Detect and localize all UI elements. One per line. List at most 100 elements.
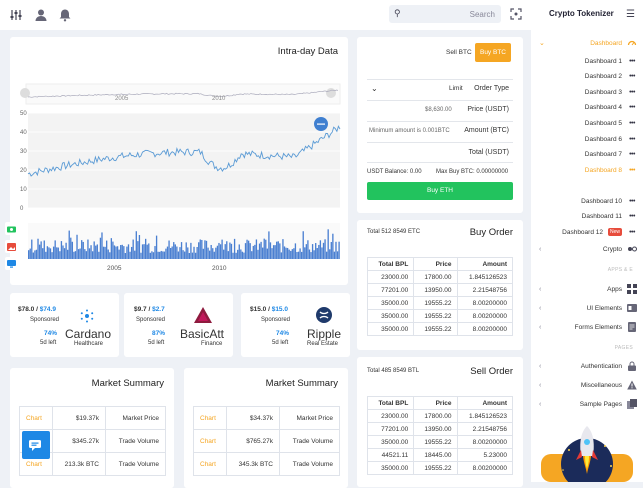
more-dots-icon[interactable]: ••• bbox=[627, 198, 637, 205]
sidebar-item-apps[interactable]: Apps bbox=[607, 283, 637, 295]
monitor-icon[interactable] bbox=[5, 257, 18, 270]
volume-bar bbox=[169, 247, 172, 259]
volume-bar bbox=[226, 241, 228, 259]
camera-icon[interactable] bbox=[5, 222, 18, 235]
volume-bar bbox=[307, 240, 309, 259]
more-dots-icon[interactable]: ••• bbox=[627, 104, 637, 111]
amount-input[interactable]: Minimum amount is 0.001BTC bbox=[369, 128, 450, 134]
sidebar-item-dashboard[interactable]: Dashboard bbox=[590, 37, 637, 49]
order-type-row[interactable]: ⌄ Limit Order Type bbox=[367, 79, 513, 100]
sidebar-item-crypto[interactable]: Crypto bbox=[603, 243, 637, 255]
buy-eth-button[interactable]: Buy ETH bbox=[367, 182, 513, 200]
sidebar-item-dashboard-sub[interactable]: Dashboard 3 ••• bbox=[585, 86, 637, 98]
chevron-left-icon[interactable]: ‹ bbox=[539, 401, 541, 408]
sidebar-item-dashboard-sub[interactable]: Dashboard 1 ••• bbox=[585, 55, 637, 67]
price-row[interactable]: $8,630.00 Price (USDT) bbox=[367, 100, 513, 121]
volume-bar bbox=[85, 251, 88, 259]
intraday-chart: 2005 2010 0 10 20 30 40 50 2005 2010 bbox=[20, 83, 341, 272]
volume-bar bbox=[301, 251, 303, 259]
cell: 8.00200000 bbox=[456, 296, 513, 310]
volume-bar bbox=[221, 239, 223, 259]
chevron-left-icon[interactable]: ‹ bbox=[539, 363, 541, 370]
more-dots-icon[interactable]: ••• bbox=[627, 229, 637, 236]
stat-card-ripple[interactable]: $15.0 / $15.0 Sponsored 74% 5d left Ripp… bbox=[241, 293, 350, 357]
sidebar-item-dashboard-sub[interactable]: Dashboard 12 New ••• bbox=[562, 226, 637, 238]
sidebar-item-miscellaneous[interactable]: Miscellaneous bbox=[581, 379, 637, 391]
volume-bar bbox=[71, 241, 74, 259]
chevron-left-icon[interactable]: ‹ bbox=[539, 305, 541, 312]
chat-widget-button[interactable] bbox=[22, 431, 50, 459]
chevron-left-icon[interactable]: ‹ bbox=[539, 246, 541, 253]
more-dots-icon[interactable]: ••• bbox=[627, 89, 637, 96]
sidebar-item-dashboard-sub[interactable]: Dashboard 10 ••• bbox=[581, 195, 637, 207]
stat-card-cardano[interactable]: $78.0 / $74.9 Sponsored 74% 5d left Card… bbox=[10, 293, 119, 357]
volume-bar bbox=[311, 244, 314, 259]
sidebar-item-ui-elements[interactable]: UI Elements bbox=[587, 302, 637, 314]
limit-select[interactable]: Limit bbox=[449, 85, 463, 92]
more-dots-icon[interactable]: ••• bbox=[627, 58, 637, 65]
sidebar-item-dashboard-sub[interactable]: Dashboard 11 ••• bbox=[582, 210, 637, 222]
more-dots-icon[interactable]: ••• bbox=[627, 73, 637, 80]
value: 213.3k BTC bbox=[51, 452, 106, 476]
volume-bar bbox=[258, 243, 261, 259]
sidebar-item-forms[interactable]: Forms Elements bbox=[575, 321, 637, 333]
cell: 19555.22 bbox=[413, 461, 458, 475]
chart-link[interactable]: Chart bbox=[193, 452, 227, 476]
volume-bar bbox=[67, 249, 69, 259]
volume-bar bbox=[174, 244, 176, 259]
cell: 77201.00 bbox=[366, 283, 415, 297]
cell: 17800.00 bbox=[413, 270, 458, 284]
sidebar-item-dashboard-sub[interactable]: Dashboard 7 ••• bbox=[585, 148, 637, 160]
sidebar-item-dashboard-sub[interactable]: Dashboard 4 ••• bbox=[585, 101, 637, 113]
price-label: Price (USDT) bbox=[467, 106, 509, 113]
amount-row[interactable]: Minimum amount is 0.001BTC Amount (BTC) bbox=[367, 121, 513, 142]
table-header: Total BPL Price Amount bbox=[366, 396, 513, 410]
chevron-left-icon[interactable]: ‹ bbox=[539, 286, 541, 293]
sidebar-item-dashboard-sub[interactable]: Dashboard 8 ••• bbox=[585, 164, 637, 176]
search-input[interactable]: Search bbox=[470, 10, 495, 19]
volume-bar bbox=[112, 241, 114, 259]
col-header: Total BPL bbox=[366, 396, 415, 410]
volume-bar bbox=[260, 241, 262, 259]
buy-btc-button[interactable]: Buy BTC bbox=[475, 43, 511, 62]
total-row[interactable]: Total (USDT) bbox=[367, 142, 513, 163]
volume-bar bbox=[63, 248, 66, 259]
sell-btc-tab[interactable]: Sell BTC bbox=[446, 49, 472, 56]
table-row: Chart $765.27k Trade Volume bbox=[193, 429, 341, 453]
user-icon[interactable] bbox=[34, 8, 48, 22]
sliders-icon[interactable] bbox=[9, 8, 23, 22]
volume-bar bbox=[29, 248, 31, 259]
chevron-down-icon[interactable]: ⌄ bbox=[371, 84, 378, 93]
chevron-left-icon[interactable]: ‹ bbox=[539, 382, 541, 389]
more-dots-icon[interactable]: ••• bbox=[627, 120, 637, 127]
sidebar-item-authentication[interactable]: Authentication bbox=[581, 360, 637, 372]
image-icon[interactable] bbox=[5, 240, 18, 253]
y-tick-label: 20 bbox=[20, 168, 27, 174]
sidebar-item-dashboard-sub[interactable]: Dashboard 5 ••• bbox=[585, 117, 637, 129]
search-box[interactable]: ⚲ Search bbox=[389, 5, 501, 23]
chart-link[interactable]: Chart bbox=[19, 406, 53, 430]
fullscreen-icon[interactable] bbox=[510, 8, 522, 20]
ui-elements-icon bbox=[627, 304, 637, 312]
chart-link[interactable]: Chart bbox=[193, 429, 227, 453]
cell: 44521.11 bbox=[366, 448, 415, 462]
menu-icon[interactable]: ☰ bbox=[626, 9, 635, 20]
more-dots-icon[interactable]: ••• bbox=[627, 167, 637, 174]
sidebar-item-sample-pages[interactable]: Sample Pages bbox=[580, 398, 637, 410]
volume-bar bbox=[205, 240, 208, 259]
stat-card-basicatt[interactable]: $9.7 / $2.7 Sponsored 87% 5d left BasicA… bbox=[124, 293, 233, 357]
crypto-icon bbox=[628, 246, 637, 252]
chevron-down-icon[interactable]: ⌄ bbox=[539, 39, 545, 47]
more-dots-icon[interactable]: ••• bbox=[627, 213, 637, 220]
price-input[interactable]: $8,630.00 bbox=[425, 107, 452, 113]
volume-bar bbox=[106, 240, 108, 259]
sponsored-label: Sponsored bbox=[261, 317, 291, 323]
more-dots-icon[interactable]: ••• bbox=[627, 151, 637, 158]
sidebar-item-dashboard-sub[interactable]: Dashboard 6 ••• bbox=[585, 133, 637, 145]
bell-icon[interactable] bbox=[58, 8, 72, 22]
more-dots-icon[interactable]: ••• bbox=[627, 136, 637, 143]
coin-name: Ripple bbox=[307, 327, 342, 341]
sidebar-item-dashboard-sub[interactable]: Dashboard 2 ••• bbox=[585, 70, 637, 82]
chevron-left-icon[interactable]: ‹ bbox=[539, 324, 541, 331]
chart-link[interactable]: Chart bbox=[193, 406, 227, 430]
